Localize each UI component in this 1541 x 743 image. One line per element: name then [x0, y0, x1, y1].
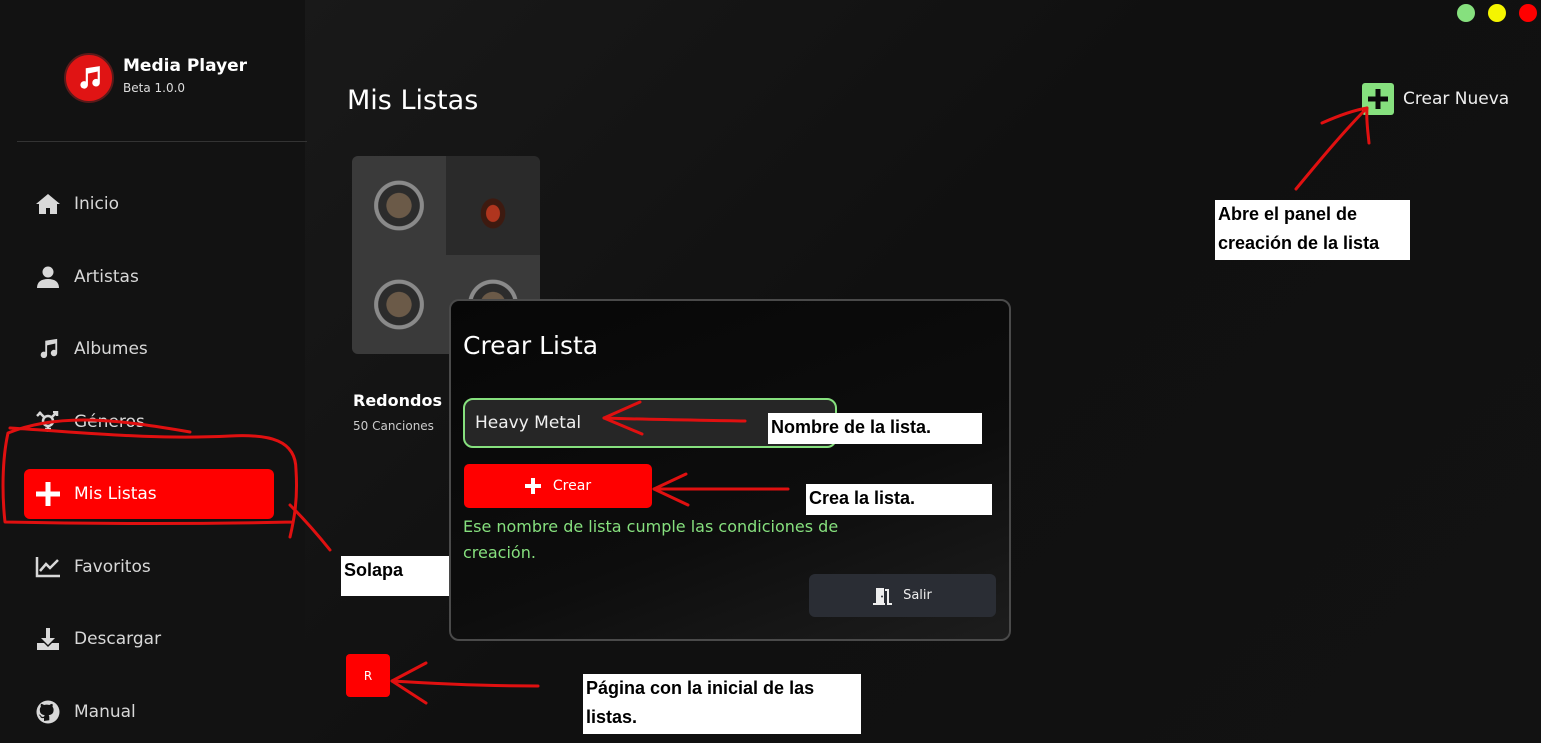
sidebar: Media Player Beta 1.0.0 Inicio Artistas …: [0, 0, 307, 743]
window-close-dot[interactable]: [1519, 4, 1537, 22]
sidebar-item-label: Mis Listas: [74, 484, 157, 504]
chart-line-icon: [35, 554, 61, 580]
annotation-create: Crea la lista.: [806, 484, 992, 515]
sidebar-item-mis-listas[interactable]: Mis Listas: [24, 469, 274, 519]
app-version: Beta 1.0.0: [123, 81, 186, 95]
playlist-song-count: 50 Canciones: [353, 419, 434, 433]
create-button[interactable]: Crear: [464, 464, 652, 508]
plus-icon: [1362, 83, 1394, 115]
annotation-tab: Solapa: [341, 556, 449, 596]
door-exit-icon: [873, 587, 893, 605]
exit-button[interactable]: Salir: [809, 574, 996, 617]
create-new-list-button[interactable]: Crear Nueva: [1362, 83, 1509, 115]
sidebar-item-favoritos[interactable]: Favoritos: [24, 542, 274, 592]
page-title: Mis Listas: [347, 85, 479, 116]
sidebar-item-manual[interactable]: Manual: [24, 687, 274, 737]
exit-button-label: Salir: [903, 588, 932, 603]
plus-icon: [35, 481, 61, 507]
sidebar-item-label: Artistas: [74, 267, 139, 287]
sidebar-item-descargar[interactable]: Descargar: [24, 614, 274, 664]
create-button-label: Crear: [552, 478, 592, 494]
sidebar-item-inicio[interactable]: Inicio: [24, 179, 274, 229]
music-note-icon: [80, 66, 100, 89]
app-logo: [64, 53, 114, 103]
annotation-new-panel: Abre el panel de creación de la lista: [1215, 200, 1410, 260]
window-minimize-dot[interactable]: [1488, 4, 1506, 22]
plus-icon: [524, 478, 541, 494]
sidebar-item-artistas[interactable]: Artistas: [24, 252, 274, 302]
sidebar-item-label: Inicio: [74, 194, 119, 214]
album-art-image: [352, 156, 446, 255]
sidebar-item-generos[interactable]: Géneros: [24, 397, 274, 447]
home-icon: [35, 191, 61, 217]
modal-title: Crear Lista: [463, 331, 599, 360]
sidebar-item-label: Manual: [74, 702, 136, 722]
annotation-page: Página con la inicial de las listas.: [583, 674, 861, 734]
pagination-button[interactable]: R: [346, 654, 390, 697]
app-title: Media Player: [123, 56, 248, 76]
music-note-icon: [35, 336, 61, 362]
playlist-name[interactable]: Redondos: [353, 391, 442, 410]
github-icon: [35, 699, 61, 725]
sidebar-item-label: Albumes: [74, 339, 148, 359]
download-icon: [35, 626, 61, 652]
sidebar-divider: [17, 141, 307, 142]
album-art-image: [352, 255, 446, 354]
album-art-image: [446, 156, 540, 255]
sidebar-item-label: Descargar: [74, 629, 162, 649]
sidebar-item-albumes[interactable]: Albumes: [24, 324, 274, 374]
window-maximize-dot[interactable]: [1457, 4, 1475, 22]
user-icon: [35, 264, 61, 290]
sidebar-item-label: Favoritos: [74, 557, 151, 577]
sidebar-item-label: Géneros: [74, 412, 145, 432]
gender-icon: [35, 409, 61, 435]
validation-message: Ese nombre de lista cumple las condicion…: [463, 517, 839, 562]
annotation-name: Nombre de la lista.: [768, 413, 982, 444]
create-new-label: Crear Nueva: [1403, 89, 1510, 109]
